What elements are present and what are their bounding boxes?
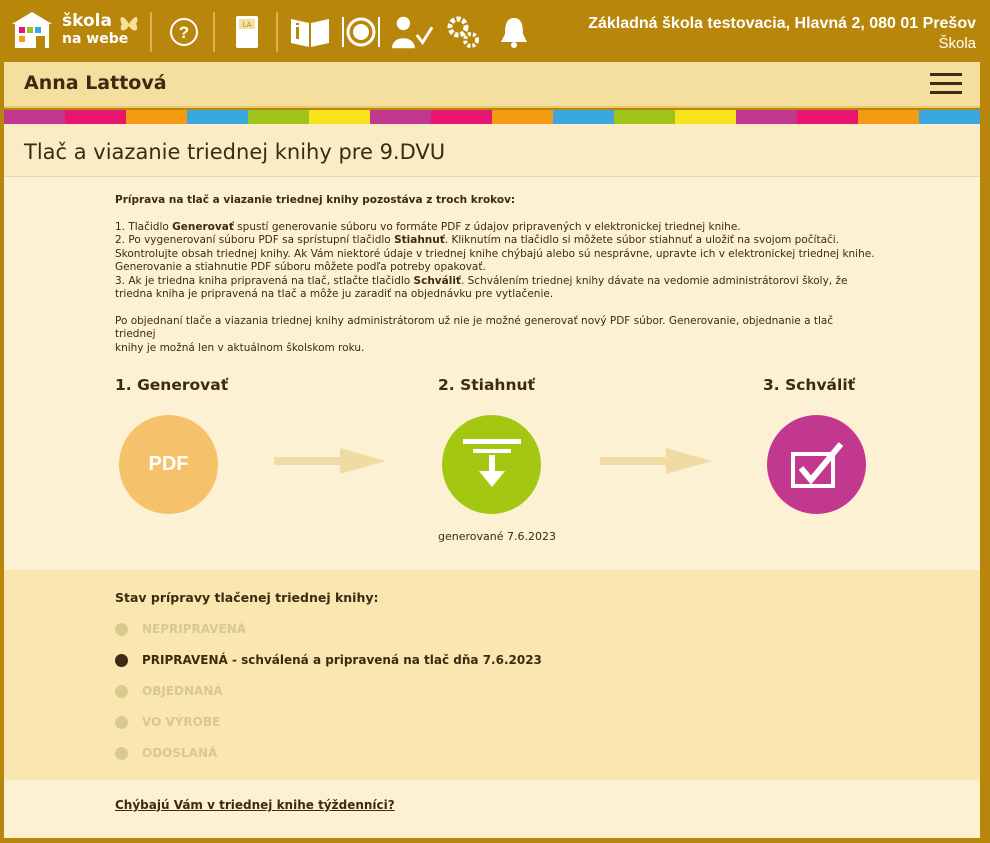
download-button[interactable]	[442, 415, 541, 514]
attendance-icon[interactable]	[390, 10, 434, 54]
user-bar: Anna Lattová	[4, 62, 980, 108]
instruction-step-3-line2: triedna kniha je pripravená na tlač a mô…	[115, 288, 554, 300]
status-item: PRIPRAVENÁ - schválená a pripravená na t…	[115, 653, 542, 667]
instruction-step-2-line2: Skontrolujte obsah triednej knihy. Ak Vá…	[115, 247, 875, 260]
svg-text:LA: LA	[243, 21, 252, 29]
user-name[interactable]: Anna Lattová	[24, 72, 167, 94]
instruction-step-2: 2. Po vygenerovaní súboru PDF sa sprístu…	[115, 234, 840, 246]
status-item: OBJEDNANÁ	[115, 684, 223, 698]
logo[interactable]: škola na webe	[10, 10, 128, 50]
status-item: VO VÝROBE	[115, 715, 220, 729]
color-stripe	[675, 110, 736, 124]
color-stripe	[370, 110, 431, 124]
color-stripe	[736, 110, 797, 124]
logo-house-icon	[10, 10, 54, 50]
svg-text:?: ?	[179, 23, 189, 42]
school-role: Škola	[938, 35, 976, 52]
status-title: Stav prípravy tlačenej triednej knihy:	[115, 590, 379, 605]
status-dot-icon	[115, 653, 128, 667]
color-stripe	[248, 110, 309, 124]
status-item: ODOSLANÁ	[115, 746, 217, 760]
separator	[150, 12, 152, 52]
color-stripe	[65, 110, 126, 124]
class-book-icon[interactable]: LA	[225, 10, 269, 54]
menu-icon[interactable]	[930, 73, 962, 95]
separator	[276, 12, 278, 52]
color-stripe	[431, 110, 492, 124]
dining-icon[interactable]	[339, 10, 383, 54]
main-card: Tlač a viazanie triednej knihy pre 9.DVU…	[4, 124, 980, 838]
generate-button[interactable]: PDF	[119, 415, 218, 514]
instruction-step-2-line3: Generovanie a stiahnutie PDF súboru môže…	[115, 261, 486, 273]
generated-date: generované 7.6.2023	[438, 530, 556, 543]
status-dot-icon	[115, 684, 128, 698]
help-icon[interactable]: ?	[162, 10, 206, 54]
step-2-title: 2. Stiahnuť	[438, 376, 535, 394]
color-stripe	[4, 110, 65, 124]
instructions: Príprava na tlač a viazanie triednej kni…	[115, 194, 875, 355]
arrow-right-icon	[274, 448, 386, 478]
status-dot-icon	[115, 715, 128, 729]
status-label: PRIPRAVENÁ - schválená a pripravená na t…	[142, 653, 542, 667]
separator	[213, 12, 215, 52]
pdf-label: PDF	[148, 453, 189, 475]
step-3-title: 3. Schváliť	[763, 376, 856, 394]
status-label: ODOSLANÁ	[142, 746, 218, 760]
color-stripe	[858, 110, 919, 124]
notifications-icon[interactable]	[492, 10, 536, 54]
butterfly-icon	[118, 12, 140, 40]
school-name: Základná škola testovacia, Hlavná 2, 080…	[588, 15, 976, 32]
status-dot-icon	[115, 746, 128, 760]
color-stripe	[797, 110, 858, 124]
color-stripe	[187, 110, 248, 124]
status-label: NEPRIPRAVENÁ	[142, 622, 247, 636]
instruction-step-1: 1. Tlačidlo Generovať spustí generovanie…	[115, 220, 741, 233]
status-section: Stav prípravy tlačenej triednej knihy: N…	[4, 570, 980, 780]
instruction-step-3: 3. Ak je triedna kniha pripravená na tla…	[115, 274, 848, 287]
color-stripe	[919, 110, 980, 124]
status-item: NEPRIPRAVENÁ	[115, 622, 246, 636]
note-line-2: knihy je možná len v aktuálnom školskom …	[115, 341, 365, 354]
approve-button[interactable]	[767, 415, 866, 514]
arrow-right-icon	[600, 448, 712, 478]
step-1-title: 1. Generovať	[115, 376, 229, 394]
color-stripe	[126, 110, 187, 124]
color-stripe	[492, 110, 553, 124]
color-stripe	[614, 110, 675, 124]
settings-icon[interactable]	[441, 10, 485, 54]
note-line-1: Po objednaní tlače a viazania triednej k…	[115, 314, 834, 341]
color-stripes	[4, 110, 980, 124]
status-dot-icon	[115, 622, 128, 636]
page-title: Tlač a viazanie triednej knihy pre 9.DVU	[4, 124, 980, 177]
intro-heading: Príprava na tlač a viazanie triednej kni…	[115, 194, 516, 206]
color-stripe	[553, 110, 614, 124]
color-stripe	[309, 110, 370, 124]
checkbox-check-icon	[790, 441, 843, 488]
missing-week-monitors-link[interactable]: Chýbajú Vám v triednej knihe týždenníci?	[115, 798, 395, 812]
download-icon	[462, 438, 521, 487]
status-label: OBJEDNANÁ	[142, 684, 223, 698]
reading-icon[interactable]	[288, 10, 332, 54]
status-label: VO VÝROBE	[142, 715, 221, 729]
top-bar: škola na webe ? LA Základná škola testov…	[0, 0, 990, 62]
